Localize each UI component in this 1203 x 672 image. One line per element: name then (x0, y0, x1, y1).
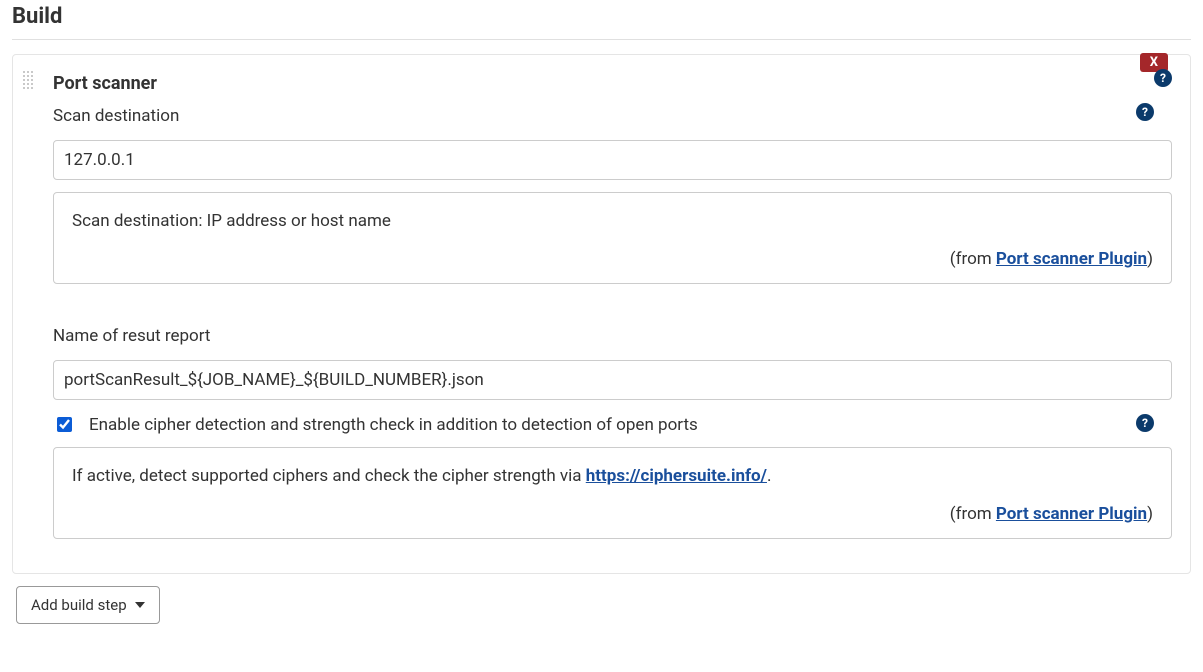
scan-destination-field: ? Scan destination Scan destination: IP … (31, 106, 1172, 284)
plugin-link[interactable]: Port scanner Plugin (996, 504, 1147, 524)
report-name-input[interactable] (53, 360, 1172, 400)
build-section: Build X Port scanner ? ? Scan destinatio… (0, 0, 1203, 636)
port-scanner-step: X Port scanner ? ? Scan destination Scan… (12, 54, 1191, 574)
cipher-detection-checkbox[interactable] (57, 417, 72, 432)
help-source: (from Port scanner Plugin) (72, 249, 1153, 269)
step-title: Port scanner (53, 73, 157, 94)
help-icon[interactable]: ? (1154, 69, 1172, 87)
scan-destination-help: Scan destination: IP address or host nam… (53, 192, 1172, 284)
scan-destination-label: Scan destination (53, 106, 1172, 126)
add-step-label: Add build step (31, 596, 127, 614)
cipher-detection-field: Enable cipher detection and strength che… (31, 414, 1172, 435)
report-name-label: Name of resut report (53, 326, 1172, 346)
cipher-detection-label: Enable cipher detection and strength che… (89, 415, 698, 435)
help-source: (from Port scanner Plugin) (72, 504, 1153, 524)
section-title: Build (12, 0, 1191, 40)
drag-handle-icon[interactable] (21, 69, 35, 91)
chevron-down-icon (135, 602, 145, 608)
add-build-step-button[interactable]: Add build step (16, 586, 160, 624)
cipher-help: If active, detect supported ciphers and … (53, 447, 1172, 539)
help-icon[interactable]: ? (1136, 414, 1154, 432)
help-description: If active, detect supported ciphers and … (72, 466, 1153, 486)
help-description: Scan destination: IP address or host nam… (72, 211, 1153, 231)
plugin-link[interactable]: Port scanner Plugin (996, 249, 1147, 269)
help-icon[interactable]: ? (1136, 103, 1154, 121)
report-name-field: Name of resut report (31, 326, 1172, 400)
scan-destination-input[interactable] (53, 140, 1172, 180)
ciphersuite-link[interactable]: https://ciphersuite.info/ (586, 466, 767, 486)
